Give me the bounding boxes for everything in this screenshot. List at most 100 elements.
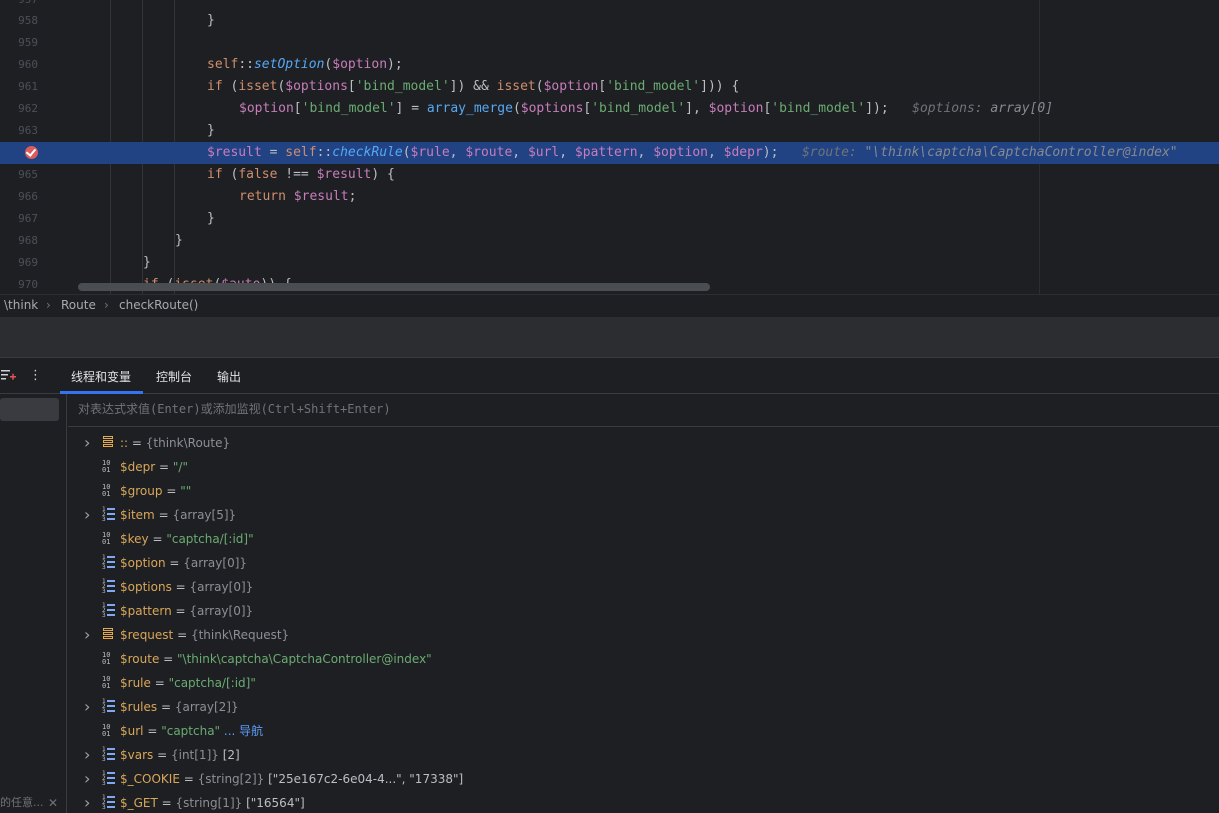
variable-separator: = <box>157 796 176 810</box>
variable-row[interactable]: 10 01 $route = "\think\captcha\CaptchaCont… <box>68 647 1219 671</box>
variable-type: {array[5]} <box>172 508 237 522</box>
variable-name: $option = {array[0]} <box>120 556 248 570</box>
evaluate-expression-input[interactable] <box>78 402 1178 416</box>
chevron-right-icon[interactable]: › <box>84 743 94 767</box>
variable-name: $options = {array[0]} <box>120 580 254 594</box>
frames-pane: 的任意... ✕ <box>0 394 67 813</box>
breakpoint-icon[interactable] <box>25 146 38 159</box>
code-line[interactable]: if (isset($options['bind_model']) && iss… <box>78 76 1219 98</box>
code-line[interactable]: } <box>78 120 1219 142</box>
variable-type: {think\Route} <box>145 436 231 450</box>
chevron-right-icon[interactable]: › <box>84 623 94 647</box>
line-number-gutter[interactable]: 957 958 959 960 961 962 963 965 966 967 … <box>0 0 76 294</box>
variable-type: {array[0]} <box>189 580 254 594</box>
primitive-icon: 10 01 <box>102 459 111 474</box>
array-icon: 123 <box>102 507 116 523</box>
execution-point-line[interactable]: $result = self::checkRule($rule, $route,… <box>76 142 1219 164</box>
chevron-right-icon[interactable]: › <box>84 791 94 813</box>
variable-name: $_GET = {string[1]} ["16564"] <box>120 796 305 810</box>
chevron-right-icon[interactable]: › <box>84 767 94 791</box>
code-line[interactable]: } <box>78 230 1219 252</box>
frame-selector[interactable] <box>0 398 59 421</box>
variable-row[interactable]: › $request = {think\Request} <box>68 623 1219 647</box>
variable-value: "/" <box>172 460 188 474</box>
evaluate-expression-bar <box>68 394 1219 427</box>
variable-row[interactable]: 10 01 $rule = "captcha/[:id]" <box>68 671 1219 695</box>
variable-name: $request = {think\Request} <box>120 628 290 642</box>
variable-name: $depr = "/" <box>120 460 188 474</box>
variable-row[interactable]: › 1 2 3 $_GET = {string[1]} ["16564"] <box>68 791 1219 813</box>
variable-name: $route = "\think\captcha\CaptchaControll… <box>120 652 432 666</box>
array-icon: 123 <box>102 747 116 763</box>
variable-value: [2] <box>218 748 240 762</box>
code-line[interactable]: } <box>78 208 1219 230</box>
code-editor[interactable]: 957 958 959 960 961 962 963 965 966 967 … <box>0 0 1219 294</box>
variable-row[interactable]: 10 01 $group = "" <box>68 479 1219 503</box>
primitive-icon: 10 01 <box>102 483 111 498</box>
tab-threads-variables[interactable]: 线程和变量 <box>71 368 131 385</box>
variable-separator: = <box>150 676 169 690</box>
chevron-right-icon[interactable]: › <box>84 695 94 719</box>
variable-row[interactable]: ›:: = {think\Route} <box>68 431 1219 455</box>
variable-separator: = <box>171 604 190 618</box>
tab-output[interactable]: 输出 <box>217 368 241 385</box>
variable-type: {string[2]} <box>197 772 265 786</box>
line-number: 966 <box>18 190 38 203</box>
close-icon[interactable]: ✕ <box>48 796 58 810</box>
variable-separator: = <box>128 436 146 450</box>
code-line[interactable]: } <box>78 10 1219 32</box>
line-number: 960 <box>18 58 38 71</box>
variable-value: ["16564"] <box>242 796 305 810</box>
horizontal-scrollbar[interactable] <box>78 283 710 291</box>
variable-row[interactable]: 10 01 $key = "captcha/[:id]" <box>68 527 1219 551</box>
code-line[interactable]: $option['bind_model'] = array_merge($opt… <box>78 98 1219 120</box>
variable-name: $pattern = {array[0]} <box>120 604 254 618</box>
inlay-hint-value: "\think\captcha\CaptchaController@index" <box>856 145 1178 160</box>
variable-name: $group = "" <box>120 484 192 498</box>
line-number: 958 <box>18 14 38 27</box>
array-icon: 123 <box>102 795 116 811</box>
code-line[interactable]: self::setOption($option); <box>78 54 1219 76</box>
variable-separator: = <box>148 532 167 546</box>
line-number: 962 <box>18 102 38 115</box>
variable-separator: = <box>153 748 171 762</box>
variable-row[interactable]: 10 01 $depr = "/" <box>68 455 1219 479</box>
variable-row[interactable]: 1 2 3 $option = {array[0]} <box>68 551 1219 575</box>
code-line[interactable]: return $result; <box>78 186 1219 208</box>
more-options-icon[interactable]: ⋮ <box>29 368 42 383</box>
variable-row[interactable]: › 1 2 3 $rules = {array[2]} <box>68 695 1219 719</box>
variable-value: ["25e167c2-6e04-4...", "17338"] <box>264 772 464 786</box>
variable-separator: = <box>154 508 173 522</box>
variable-row[interactable]: 10 01 $url = "captcha" ... 导航 <box>68 719 1219 743</box>
variable-name: $url = "captcha" ... 导航 <box>120 724 264 738</box>
array-icon: 123 <box>102 579 116 595</box>
line-number: 970 <box>18 278 38 291</box>
variable-value: "captcha/[:id]" <box>166 532 254 546</box>
array-icon: 123 <box>102 555 116 571</box>
variable-row[interactable]: › 1 2 3 $vars = {int[1]} [2] <box>68 743 1219 767</box>
object-icon <box>102 627 116 643</box>
chevron-right-icon[interactable]: › <box>84 503 94 527</box>
layout-settings-icon[interactable] <box>1 368 16 386</box>
inlay-hint-value: array[0] <box>982 101 1054 116</box>
breadcrumb-item[interactable]: Route <box>61 298 96 312</box>
debug-tab-bar: ⋮ 线程和变量 控制台 输出 <box>0 358 1219 394</box>
code-line[interactable]: if (false !== $result) { <box>78 164 1219 186</box>
code-line[interactable]: } <box>78 252 1219 274</box>
primitive-icon: 10 01 <box>102 531 111 546</box>
variable-name: $rules = {array[2]} <box>120 700 239 714</box>
navigate-link[interactable]: ... 导航 <box>220 724 263 738</box>
variable-value: "captcha/[:id]" <box>168 676 256 690</box>
execution-line-gutter <box>0 142 76 164</box>
variable-row[interactable]: › 1 2 3 $_COOKIE = {string[2]} ["25e167c2-6e… <box>68 767 1219 791</box>
variable-row[interactable]: 1 2 3 $pattern = {array[0]} <box>68 599 1219 623</box>
chevron-right-icon[interactable]: › <box>84 431 94 455</box>
breadcrumb-item[interactable]: checkRoute() <box>119 298 198 312</box>
variable-row[interactable]: 1 2 3 $options = {array[0]} <box>68 575 1219 599</box>
variable-name: $key = "captcha/[:id]" <box>120 532 254 546</box>
variable-type: {int[1]} <box>170 748 219 762</box>
breadcrumb-item[interactable]: \think <box>4 298 38 312</box>
tab-console[interactable]: 控制台 <box>156 368 192 385</box>
array-icon: 123 <box>102 771 116 787</box>
variable-row[interactable]: › 1 2 3 $item = {array[5]} <box>68 503 1219 527</box>
